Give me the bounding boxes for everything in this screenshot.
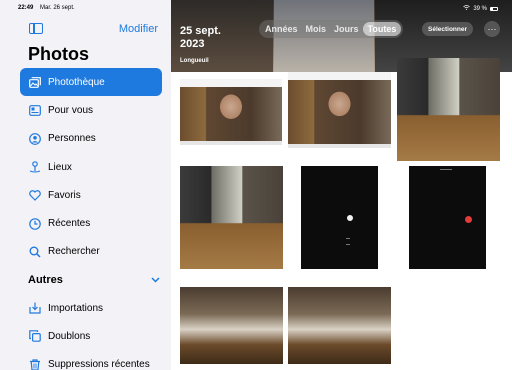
status-date: Mar. 26 sept. (40, 5, 75, 11)
more-options-button[interactable]: ··· (484, 21, 500, 37)
for-you-icon (28, 104, 41, 117)
chevron-down-icon[interactable] (151, 275, 160, 285)
ipad-screen: Modifier Photos Photothèque Pour vous Pe… (0, 0, 512, 370)
sidebar-item-label: Pour vous (48, 104, 94, 116)
sidebar-item-recents[interactable]: Récentes (20, 209, 162, 237)
sidebar-item-label: Photothèque (48, 76, 105, 88)
caption-mark (345, 244, 350, 246)
location-label: Longueuil (180, 58, 209, 64)
sidebar-item-favorites[interactable]: Favoris (20, 181, 162, 209)
sidebar: Modifier Photos Photothèque Pour vous Pe… (0, 0, 171, 370)
segment-days[interactable]: Jours (330, 24, 363, 34)
photo-thumbnail[interactable] (180, 287, 283, 364)
sidebar-item-places[interactable]: Lieux (20, 153, 162, 181)
sidebar-title: Photos (28, 44, 89, 64)
clock-icon (28, 217, 41, 230)
heart-icon (28, 189, 41, 202)
shutter-button-mark (347, 215, 354, 222)
sidebar-nav: Photothèque Pour vous Personnes Lieux Fa… (20, 68, 162, 266)
sidebar-item-label: Lieux (48, 161, 72, 173)
year-line: 2023 (180, 38, 205, 50)
status-time: 22:49 (18, 5, 34, 11)
location-pin-icon (28, 161, 41, 174)
screenshot-frame (180, 79, 282, 145)
sidebar-item-label: Doublons (48, 330, 91, 342)
edit-button[interactable]: Modifier (119, 23, 158, 35)
photo-thumbnail[interactable] (288, 287, 391, 364)
select-button[interactable]: Sélectionner (422, 22, 474, 36)
sidebar-item-search[interactable]: Rechercher (20, 238, 162, 266)
battery-icon (490, 6, 498, 11)
record-button-mark (465, 216, 473, 224)
battery-percent: 39 % (473, 5, 487, 12)
photo-library-grid: 25 sept. 2023 Longueuil Années Mois Jour… (171, 0, 512, 370)
segment-months[interactable]: Mois (302, 24, 331, 34)
photo-thumbnail[interactable] (180, 166, 283, 269)
sidebar-item-label: Importations (48, 302, 104, 314)
photo-library-icon (28, 76, 41, 89)
status-right: 39 % (463, 5, 498, 12)
caption-mark (439, 169, 452, 171)
people-icon (28, 132, 41, 145)
sidebar-item-imports[interactable]: Importations (20, 294, 162, 322)
photo-thumbnail[interactable] (288, 72, 391, 148)
section-title: Autres (28, 274, 63, 286)
caption-mark (345, 238, 350, 240)
sidebar-item-label: Suppressions récentes (48, 359, 150, 370)
sidebar-item-label: Favoris (48, 189, 81, 201)
sidebar-item-duplicates[interactable]: Doublons (20, 322, 162, 350)
photo-thumbnail[interactable] (180, 79, 282, 145)
search-icon (28, 245, 41, 258)
import-icon (28, 302, 41, 315)
sidebar-item-recently-deleted[interactable]: Suppressions récentes (20, 351, 162, 370)
date-line: 25 sept. (180, 25, 221, 37)
sidebar-item-label: Rechercher (48, 246, 100, 258)
sidebar-item-for-you[interactable]: Pour vous (20, 96, 162, 124)
date-header: 25 sept. 2023 (180, 25, 221, 51)
sidebar-toggle-icon[interactable] (29, 23, 43, 34)
sidebar-item-people[interactable]: Personnes (20, 125, 162, 153)
sidebar-item-label: Récentes (48, 218, 91, 230)
status-bar: 22:49 Mar. 26 sept. 39 % (0, 0, 512, 14)
sidebar-item-library[interactable]: Photothèque (20, 68, 162, 97)
trash-icon (28, 358, 41, 370)
photo-thumbnail[interactable] (301, 166, 378, 269)
screenshot-frame (288, 72, 391, 148)
photo-thumbnail[interactable] (397, 58, 500, 161)
sidebar-others: Importations Doublons Suppressions récen… (20, 294, 162, 370)
segment-all[interactable]: Toutes (362, 22, 402, 36)
wifi-icon (463, 5, 471, 12)
segment-years[interactable]: Années (261, 24, 302, 34)
sidebar-item-label: Personnes (48, 133, 96, 145)
section-others-header[interactable]: Autres (28, 274, 160, 286)
view-segmented-control: Années Mois Jours Toutes (259, 20, 404, 38)
duplicates-icon (28, 330, 41, 343)
photo-thumbnail[interactable] (409, 166, 486, 269)
